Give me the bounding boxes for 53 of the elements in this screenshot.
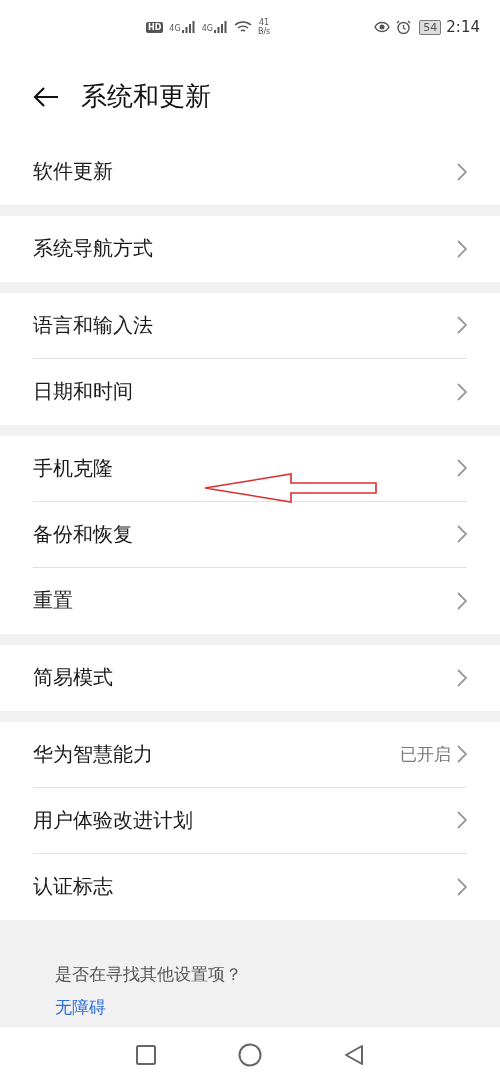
settings-row[interactable]: 认证标志: [33, 853, 467, 920]
network-type-label: 4G: [169, 24, 181, 34]
settings-row[interactable]: 语言和输入法: [33, 292, 467, 359]
back-icon[interactable]: [344, 1044, 364, 1067]
row-label: 重置: [33, 587, 74, 615]
settings-row[interactable]: 系统导航方式: [33, 215, 467, 282]
network-speed: 41: [259, 18, 270, 28]
settings-row[interactable]: 日期和时间: [33, 358, 467, 425]
row-label: 日期和时间: [33, 378, 134, 406]
settings-row[interactable]: 用户体验改进计划: [33, 787, 467, 854]
row-label: 备份和恢复: [33, 520, 134, 548]
row-label: 软件更新: [33, 158, 114, 186]
row-label: 系统导航方式: [33, 235, 154, 263]
row-label: 华为智慧能力: [33, 740, 154, 768]
recent-apps-icon[interactable]: [136, 1045, 156, 1066]
settings-row[interactable]: 华为智慧能力 已开启: [33, 721, 467, 788]
wifi-icon: [233, 20, 252, 35]
row-label: 用户体验改进计划: [33, 806, 194, 834]
row-label: 语言和输入法: [33, 311, 154, 339]
chevron-right-icon: [457, 811, 467, 830]
chevron-right-icon: [457, 668, 467, 687]
eye-icon: [374, 21, 391, 34]
chevron-right-icon: [457, 162, 467, 181]
settings-row[interactable]: 软件更新: [33, 138, 467, 205]
chevron-right-icon: [457, 591, 467, 610]
chevron-right-icon: [457, 745, 467, 764]
clock-time: 2:14: [446, 18, 480, 37]
row-label: 认证标志: [33, 873, 114, 901]
alarm-icon: [396, 19, 412, 35]
settings-row[interactable]: 简易模式: [33, 644, 467, 711]
signal-icon: [181, 21, 196, 34]
hd-voice-label: HD: [146, 21, 164, 33]
chevron-right-icon: [457, 459, 467, 478]
settings-row[interactable]: 重置: [33, 567, 467, 634]
chevron-right-icon: [457, 525, 467, 544]
suggestion-question: 是否在寻找其他设置项？: [55, 962, 243, 986]
page-title: 系统和更新: [81, 80, 211, 113]
chevron-right-icon: [457, 877, 467, 896]
home-icon[interactable]: [238, 1043, 262, 1068]
network-type-label: 4G: [201, 24, 213, 34]
accessibility-link[interactable]: 无障碍: [55, 995, 106, 1019]
settings-row[interactable]: 手机克隆: [33, 435, 467, 502]
row-label: 简易模式: [33, 664, 114, 692]
back-arrow-icon[interactable]: [33, 85, 59, 108]
network-speed-unit: B/s: [257, 27, 271, 37]
chevron-right-icon: [457, 239, 467, 258]
chevron-right-icon: [457, 382, 467, 401]
chevron-right-icon: [457, 316, 467, 335]
battery-level: 54: [419, 19, 442, 35]
row-label: 手机克隆: [33, 454, 114, 482]
signal-icon: [213, 21, 228, 34]
row-value: 已开启: [400, 742, 451, 766]
settings-row[interactable]: 备份和恢复: [33, 501, 467, 568]
